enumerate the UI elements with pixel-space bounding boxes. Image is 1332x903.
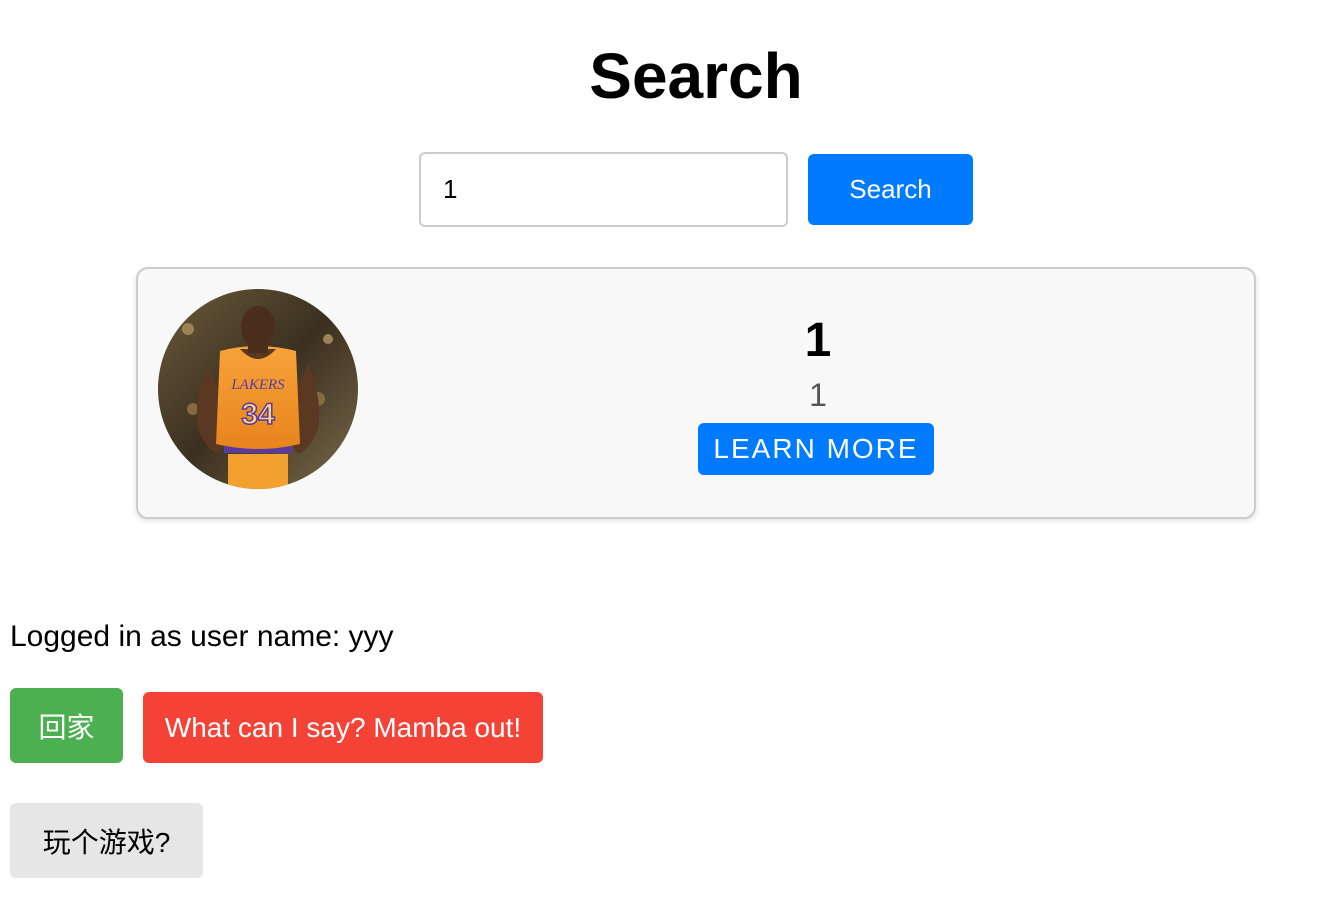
home-button[interactable]: 回家 [10, 688, 123, 763]
search-button[interactable]: Search [808, 154, 973, 225]
search-page: Search Search [0, 0, 1332, 903]
result-title: 1 [804, 314, 832, 367]
user-status: Logged in as user name: yyy [10, 620, 394, 653]
play-game-button[interactable]: 玩个游戏? [10, 803, 203, 878]
player-avatar: LAKERS 34 [158, 289, 358, 489]
svg-text:34: 34 [241, 398, 275, 431]
mamba-out-button[interactable]: What can I say? Mamba out! [143, 692, 543, 763]
search-input[interactable] [419, 152, 788, 227]
page-title: Search [589, 40, 803, 112]
result-subtitle: 1 [809, 377, 827, 413]
learn-more-button[interactable]: Learn More [698, 423, 934, 475]
result-card: LAKERS 34 1 1 Learn More [136, 267, 1256, 519]
basketball-player-photo-icon: LAKERS 34 [158, 289, 358, 489]
svg-text:LAKERS: LAKERS [230, 377, 285, 393]
